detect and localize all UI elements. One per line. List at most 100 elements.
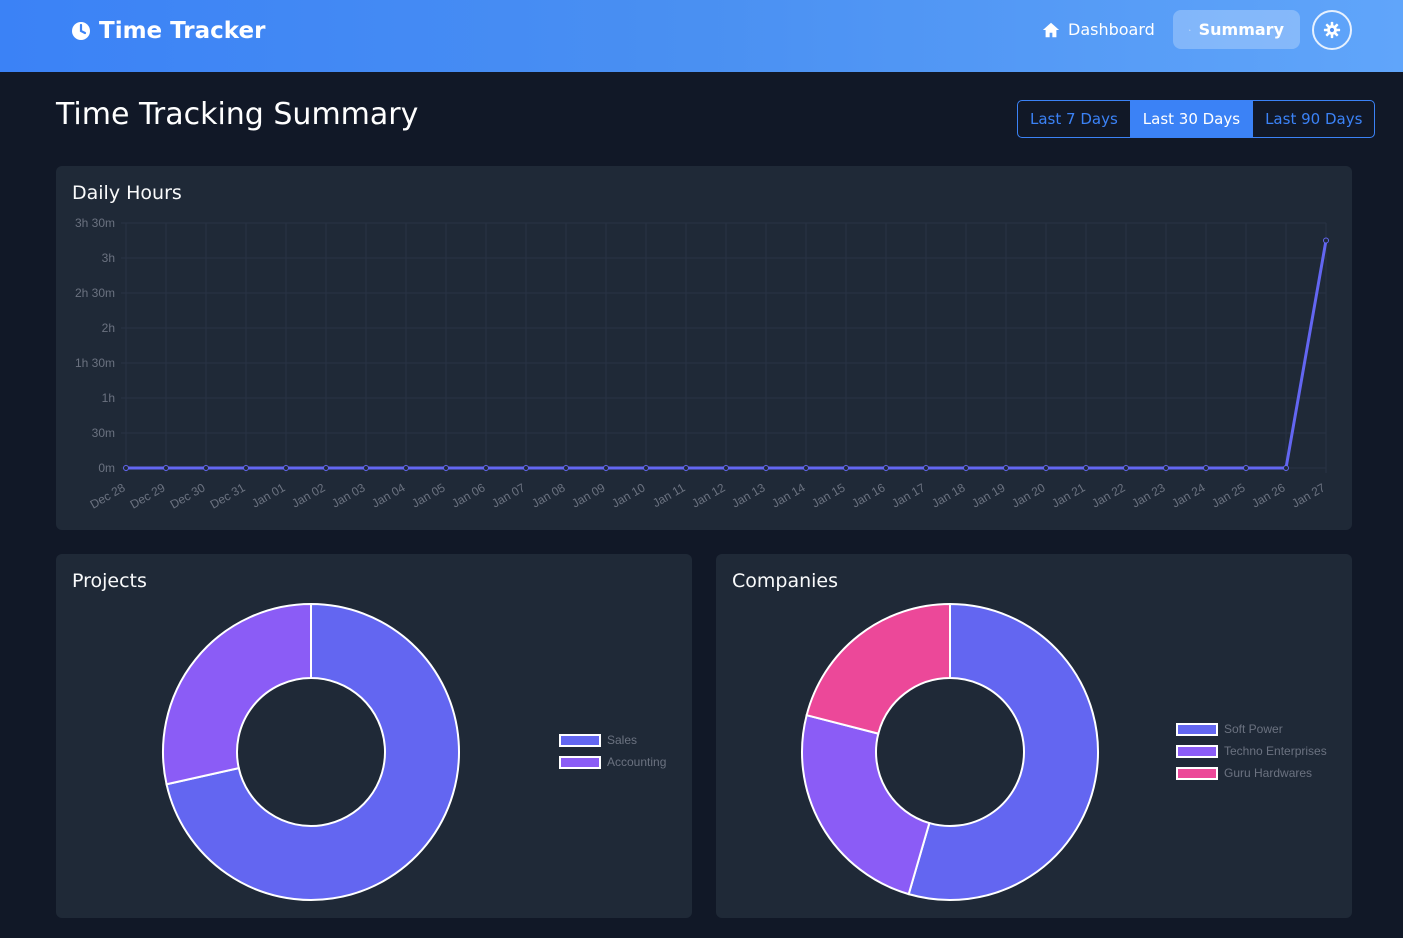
y-tick-label: 1h 30m <box>75 356 115 370</box>
x-tick-label: Jan 09 <box>569 480 607 510</box>
x-tick-label: Jan 14 <box>769 480 807 510</box>
data-point <box>803 465 809 471</box>
x-tick-label: Jan 15 <box>809 480 847 510</box>
settings-button[interactable] <box>1312 10 1352 50</box>
legend-swatch <box>559 734 601 747</box>
data-point <box>1003 465 1009 471</box>
x-tick-label: Jan 11 <box>650 480 688 510</box>
x-tick-label: Jan 10 <box>609 480 647 510</box>
x-tick-label: Jan 26 <box>1249 480 1287 510</box>
clock-icon <box>72 22 90 40</box>
x-tick-label: Jan 25 <box>1209 480 1247 510</box>
data-point <box>403 465 409 471</box>
data-point <box>443 465 449 471</box>
companies-chart[interactable]: Soft Power Techno Enterprises Guru Hardwar… <box>716 554 1352 918</box>
data-point <box>763 465 769 471</box>
companies-card: Companies Soft Power Techno Enterprises Gu… <box>716 554 1352 918</box>
x-tick-label: Jan 13 <box>729 480 767 510</box>
legend-swatch <box>1176 723 1218 736</box>
top-navbar: Time Tracker Dashboard Summary <box>0 0 1403 72</box>
range-7-days-button[interactable]: Last 7 Days <box>1018 101 1130 137</box>
daily-hours-card: Daily Hours 0m 30m 1h 1h 30m 2h 2h 30m 3h 3h 30… <box>56 166 1352 530</box>
y-tick-label: 3h 30m <box>75 216 115 230</box>
legend-label: Soft Power <box>1224 722 1283 736</box>
legend-label: Sales <box>607 733 637 747</box>
pie-slice <box>162 602 312 786</box>
data-point <box>1323 237 1329 244</box>
data-point <box>1083 465 1089 471</box>
x-tick-label: Dec 29 <box>128 480 168 511</box>
x-tick-label: Dec 28 <box>88 480 128 511</box>
data-point <box>243 465 249 471</box>
nav-dashboard-label: Dashboard <box>1068 20 1155 39</box>
x-tick-label: Jan 22 <box>1089 480 1127 510</box>
data-point <box>523 465 529 471</box>
data-point <box>603 465 609 471</box>
legend-swatch <box>559 756 601 769</box>
date-range-selector: Last 7 Days Last 30 Days Last 90 Days <box>1017 100 1376 138</box>
x-tick-label: Jan 20 <box>1009 480 1047 510</box>
y-tick-label: 2h 30m <box>75 286 115 300</box>
legend-label: Guru Hardwares <box>1224 766 1312 780</box>
data-point <box>283 465 289 471</box>
x-tick-label: Jan 21 <box>1049 480 1087 510</box>
data-point <box>1123 465 1129 471</box>
x-tick-label: Jan 19 <box>969 480 1007 510</box>
x-tick-label: Jan 07 <box>489 480 527 510</box>
x-tick-label: Jan 01 <box>249 480 287 510</box>
daily-hours-chart[interactable]: 0m 30m 1h 1h 30m 2h 2h 30m 3h 3h 30m Dec 28 Dec 2… <box>56 166 1352 530</box>
x-tick-label: Jan 03 <box>329 480 367 510</box>
x-tick-label: Jan 27 <box>1289 480 1327 510</box>
legend-swatch <box>1176 767 1218 780</box>
x-tick-label: Jan 06 <box>449 480 487 510</box>
app-brand[interactable]: Time Tracker <box>71 17 265 45</box>
data-point <box>323 465 329 471</box>
x-tick-label: Jan 24 <box>1169 480 1207 510</box>
legend-swatch <box>1176 745 1218 758</box>
x-tick-label: Jan 02 <box>289 480 327 510</box>
x-tick-label: Jan 16 <box>849 480 887 510</box>
bar-chart-icon <box>1189 28 1191 31</box>
legend-label: Accounting <box>607 755 666 769</box>
home-icon <box>1042 22 1060 37</box>
x-tick-label: Jan 05 <box>409 480 447 510</box>
x-tick-label: Jan 08 <box>529 480 567 510</box>
y-tick-label: 2h <box>102 321 115 335</box>
data-point <box>883 465 889 471</box>
x-tick-label: Jan 18 <box>929 480 967 510</box>
nav-dashboard[interactable]: Dashboard <box>1026 10 1171 49</box>
y-tick-label: 0m <box>98 461 115 475</box>
data-point <box>163 465 169 471</box>
data-point <box>923 465 929 471</box>
projects-chart[interactable]: Sales Accounting <box>56 554 692 918</box>
data-point <box>723 465 729 471</box>
page-title: Time Tracking Summary <box>56 97 419 132</box>
nav-summary[interactable]: Summary <box>1173 10 1300 49</box>
data-point <box>643 465 649 471</box>
range-30-days-button[interactable]: Last 30 Days <box>1129 101 1253 137</box>
data-point <box>123 465 129 471</box>
data-point <box>1203 465 1209 471</box>
data-point <box>563 465 569 471</box>
x-tick-label: Dec 30 <box>168 480 208 511</box>
legend-label: Techno Enterprises <box>1224 744 1327 758</box>
range-90-days-button[interactable]: Last 90 Days <box>1252 101 1374 137</box>
y-tick-label: 1h <box>102 391 115 405</box>
y-tick-label: 3h <box>102 251 115 265</box>
x-tick-label: Jan 04 <box>369 480 407 510</box>
data-point <box>1163 465 1169 471</box>
data-point <box>843 465 849 471</box>
data-point <box>203 465 209 471</box>
x-tick-label: Dec 31 <box>208 480 248 511</box>
nav-summary-label: Summary <box>1198 20 1284 39</box>
x-tick-label: Jan 12 <box>689 480 727 510</box>
pie-slice <box>805 602 951 735</box>
pie-slice <box>801 713 931 896</box>
x-tick-label: Jan 17 <box>889 480 927 510</box>
data-point <box>1243 465 1249 471</box>
data-point <box>683 465 689 471</box>
projects-card: Projects Sales Accounting <box>56 554 692 918</box>
data-point <box>963 465 969 471</box>
app-title: Time Tracker <box>99 18 266 44</box>
data-point <box>1043 465 1049 471</box>
